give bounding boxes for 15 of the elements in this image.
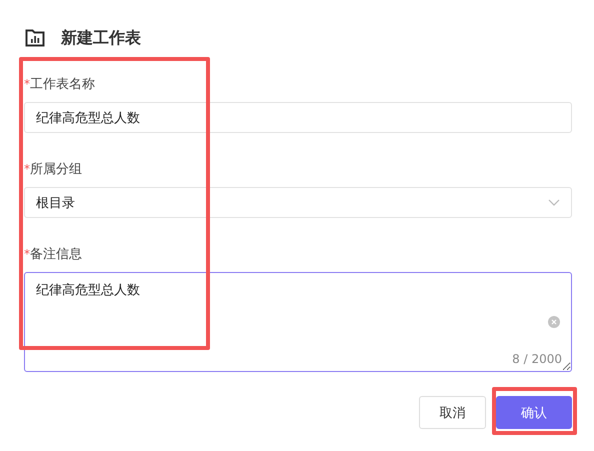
select-field[interactable]: 根目录 <box>24 187 572 218</box>
required-mark: * <box>24 77 30 91</box>
character-count: 8 / 2000 <box>512 352 562 366</box>
cancel-button[interactable]: 取消 <box>419 396 486 429</box>
field-label: 所属分组 <box>30 161 82 178</box>
clear-icon[interactable] <box>548 316 560 328</box>
field-label: 工作表名称 <box>30 76 95 93</box>
confirm-button[interactable]: 确认 <box>496 396 572 429</box>
field-label: 备注信息 <box>30 246 82 263</box>
text-field[interactable]: 纪律高危型总人数 <box>24 102 572 133</box>
required-mark: * <box>24 247 30 261</box>
chevron-down-icon <box>548 199 560 206</box>
dialog-title: 新建工作表 <box>61 28 141 48</box>
required-mark: * <box>24 162 30 176</box>
folder-chart-icon <box>25 29 45 47</box>
